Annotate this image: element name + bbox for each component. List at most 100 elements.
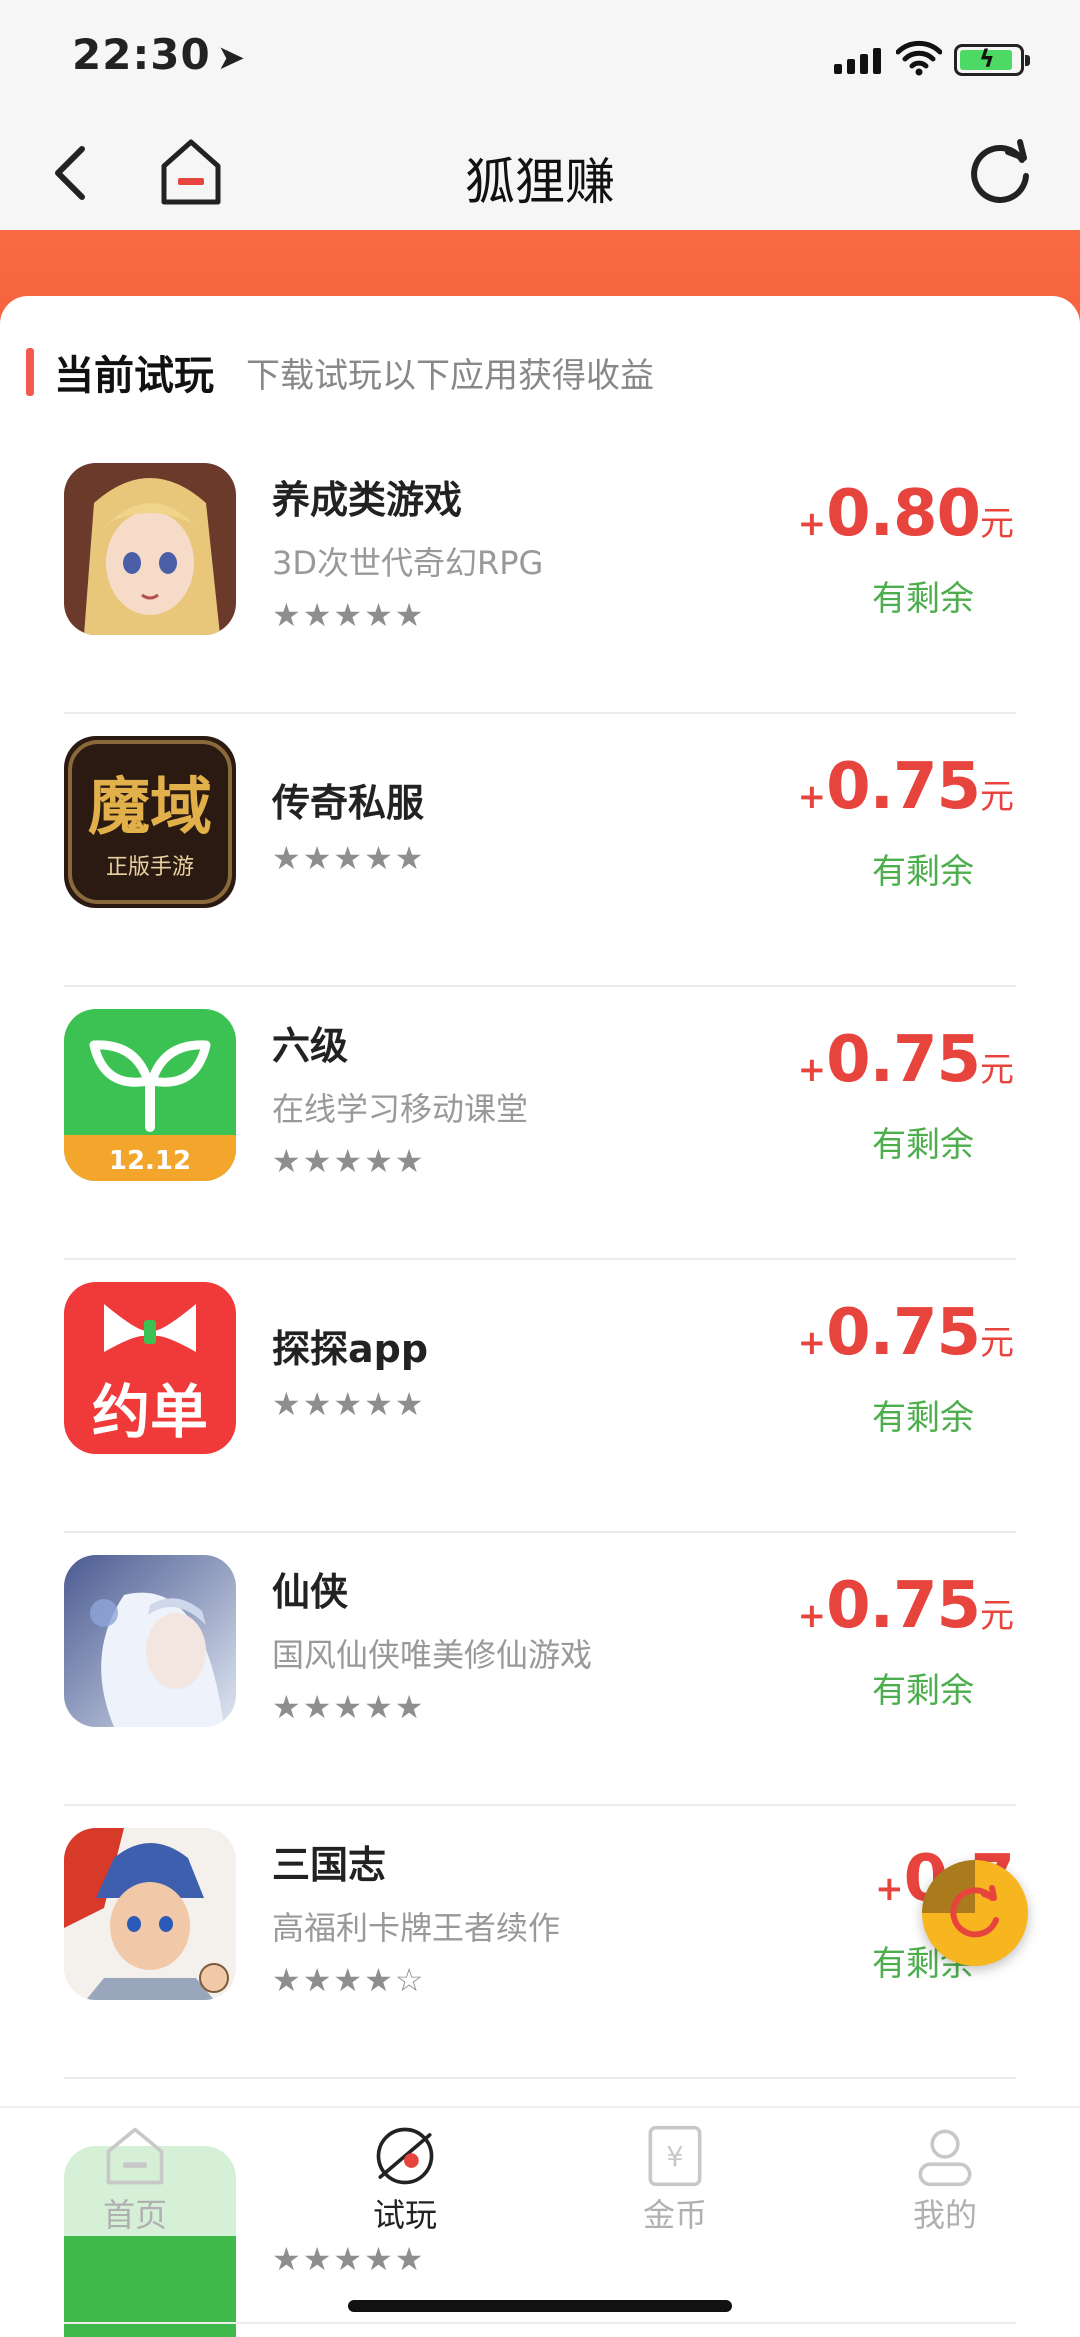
app-name: 养成类游戏	[272, 477, 463, 522]
charging-bolt-icon: ϟ	[979, 45, 995, 73]
app-icon-xianxia	[64, 1555, 236, 1727]
tab-coins[interactable]: ¥ 金币	[540, 2108, 810, 2236]
reward-value: 0.75	[826, 1023, 981, 1097]
app-info: 探探app ★★★★★	[272, 1260, 428, 1480]
reward-unit: 元	[980, 1050, 1014, 1090]
reward-value: 0.80	[826, 477, 981, 551]
tab-mine[interactable]: 我的	[810, 2108, 1080, 2236]
cellular-signal-icon	[834, 48, 881, 74]
reward-unit: 元	[980, 504, 1014, 544]
app-description: 在线学习移动课堂	[272, 1089, 529, 1128]
app-list-item[interactable]: 仙侠 国风仙侠唯美修仙游戏 ★★★★★ +0.75元 有剩余	[0, 1533, 1080, 1806]
home-icon	[106, 2127, 164, 2185]
app-name: 三国志	[272, 1842, 387, 1887]
reward-value: 0.75	[826, 1296, 981, 1370]
reward-plus-sign: +	[875, 1869, 904, 1909]
coin-icon: ¥	[648, 2125, 702, 2187]
page-title: 狐狸赚	[465, 153, 615, 211]
reward-amount: +0.75元	[798, 1569, 1014, 1643]
availability-status: 有剩余	[872, 1125, 974, 1165]
bottom-tab-bar: 首页 试玩 ¥ 金币 我的	[0, 2106, 1080, 2236]
reward-amount: +0.80元	[798, 477, 1014, 551]
reward-unit: 元	[980, 1323, 1014, 1363]
star-rating: ★★★★★	[272, 838, 426, 877]
app-info: 三国志 高福利卡牌王者续作 ★★★★☆	[272, 1806, 560, 2026]
star-rating: ★★★★★	[272, 595, 426, 634]
app-description: 高福利卡牌王者续作	[272, 1908, 561, 1947]
status-time: 22:30 ➤	[72, 30, 246, 79]
app-list-item[interactable]: 三国志 高福利卡牌王者续作 ★★★★☆ +0.7 有剩余	[0, 1806, 1080, 2079]
app-description: 国风仙侠唯美修仙游戏	[272, 1635, 593, 1674]
section-subtitle: 下载试玩以下应用获得收益	[246, 355, 654, 396]
star-rating: ★★★★★	[272, 1687, 426, 1726]
home-indicator[interactable]	[348, 2300, 732, 2312]
reward-plus-sign: +	[797, 504, 827, 544]
star-rating: ★★★★★	[272, 2240, 426, 2278]
wifi-icon	[896, 40, 942, 76]
reward-unit: 元	[980, 777, 1014, 817]
floating-refresh-button[interactable]	[922, 1860, 1028, 1966]
app-icon-sanguozhi	[64, 1828, 236, 2000]
user-icon	[918, 2129, 972, 2187]
app-icon-text: 约单	[92, 1378, 208, 1446]
app-list-item[interactable]: 约单 探探app ★★★★★ +0.75元 有剩余	[0, 1260, 1080, 1533]
app-list-item[interactable]: 养成类游戏 3D次世代奇幻RPG ★★★★★ +0.80元 有剩余	[0, 441, 1080, 714]
app-info: 六级 在线学习移动课堂 ★★★★★	[272, 987, 528, 1207]
app-name: 六级	[272, 1023, 349, 1068]
reward-plus-sign: +	[797, 777, 827, 817]
app-icon-yuedan: 约单	[64, 1282, 236, 1454]
status-bar: 22:30 ➤ ϟ	[0, 0, 1080, 120]
availability-status: 有剩余	[872, 1398, 974, 1438]
tab-label: 试玩	[372, 2196, 437, 2234]
tab-label: 金币	[642, 2196, 707, 2234]
reward-unit: 元	[980, 1596, 1014, 1636]
availability-status: 有剩余	[872, 1671, 974, 1711]
app-info: 养成类游戏 3D次世代奇幻RPG ★★★★★	[272, 441, 543, 661]
app-name: 探探app	[272, 1326, 429, 1371]
section-title: 当前试玩	[54, 353, 214, 399]
star-rating: ★★★★★	[272, 1384, 426, 1423]
tab-label: 首页	[102, 2196, 167, 2234]
app-list-item[interactable]: 12.12 六级 在线学习移动课堂 ★★★★★ +0.75元 有剩余	[0, 987, 1080, 1260]
availability-status: 有剩余	[872, 852, 974, 892]
tab-label: 我的	[912, 2196, 977, 2234]
reward-amount: +0.75元	[798, 750, 1014, 824]
row-divider	[64, 2322, 1016, 2324]
app-icon-subtext: 正版手游	[106, 855, 194, 880]
svg-text:¥: ¥	[666, 2142, 683, 2173]
app-info: 仙侠 国风仙侠唯美修仙游戏 ★★★★★	[272, 1533, 592, 1753]
app-icon-moyu: 魔域 正版手游	[64, 736, 236, 908]
app-info: 传奇私服 ★★★★★	[272, 714, 425, 934]
reward-value: 0.75	[826, 1569, 981, 1643]
trial-icon	[376, 2127, 434, 2185]
reward-plus-sign: +	[797, 1050, 827, 1090]
star-rating: ★★★★☆	[272, 1960, 426, 1999]
battery-icon: ϟ	[954, 44, 1030, 76]
reward-plus-sign: +	[797, 1596, 827, 1636]
tab-trial[interactable]: 试玩	[270, 2108, 540, 2236]
section-accent-bar	[26, 348, 34, 396]
reward-amount: +0.75元	[798, 1023, 1014, 1097]
app-icon-sprout: 12.12	[64, 1009, 236, 1181]
app-name: 仙侠	[272, 1569, 349, 1614]
nav-bar: 狐狸赚	[0, 120, 1080, 230]
location-arrow-icon: ➤	[216, 38, 247, 78]
reward-plus-sign: +	[797, 1323, 827, 1363]
section-header: 当前试玩 下载试玩以下应用获得收益	[26, 346, 654, 399]
app-list: 养成类游戏 3D次世代奇幻RPG ★★★★★ +0.80元 有剩余 魔域 正版手…	[0, 441, 1080, 2079]
app-description: 3D次世代奇幻RPG	[272, 543, 544, 582]
tab-home[interactable]: 首页	[0, 2108, 270, 2236]
trial-content: 当前试玩 下载试玩以下应用获得收益 养成类游戏 3D次世代奇幻RPG ★★★★★…	[0, 296, 1080, 2106]
app-icon-text: 12.12	[109, 1146, 191, 1176]
app-name: 传奇私服	[272, 780, 425, 825]
availability-status: 有剩余	[872, 579, 974, 619]
reward-amount: +0.75元	[798, 1296, 1014, 1370]
app-list-item[interactable]: 魔域 正版手游 传奇私服 ★★★★★ +0.75元 有剩余	[0, 714, 1080, 987]
star-rating: ★★★★★	[272, 1141, 426, 1180]
reward-value: 0.75	[826, 750, 981, 824]
app-icon-text: 魔域	[88, 770, 212, 843]
app-icon-anime-girl	[64, 463, 236, 635]
status-time-text: 22:30	[72, 30, 211, 79]
refresh-icon	[922, 1860, 999, 1938]
refresh-button[interactable]	[968, 138, 1034, 208]
